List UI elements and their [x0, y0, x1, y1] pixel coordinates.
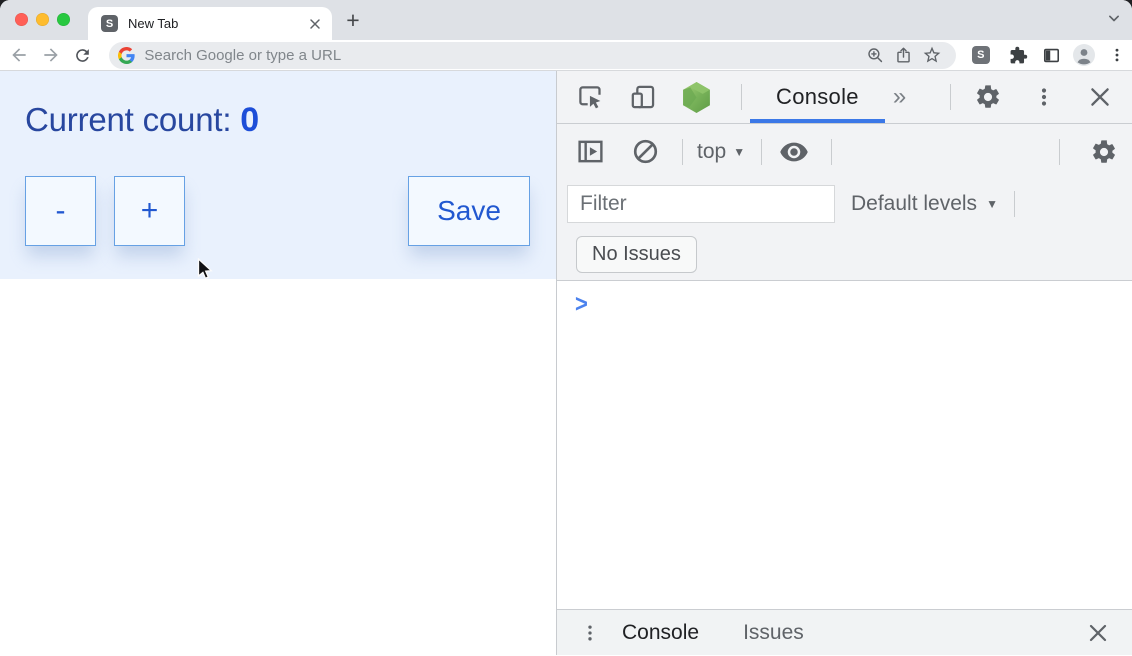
browser-menu-icon[interactable] — [1102, 42, 1132, 68]
share-icon[interactable] — [890, 43, 918, 67]
console-toolbar: top ▼ — [557, 124, 1132, 179]
new-tab-button[interactable]: + — [340, 7, 366, 33]
count-label: Current count: — [25, 101, 231, 138]
more-tabs-icon[interactable]: » — [893, 83, 906, 111]
chevron-down-icon: ▼ — [986, 197, 998, 211]
bookmark-star-icon[interactable] — [918, 43, 946, 67]
divider — [741, 84, 742, 110]
address-bar[interactable] — [109, 42, 956, 69]
console-filter-row: Default levels ▼ — [557, 179, 1132, 229]
page-content: Current count: 0 - + Save — [0, 71, 556, 655]
back-icon[interactable] — [4, 42, 34, 68]
tab-close-icon[interactable] — [308, 17, 322, 31]
divider — [831, 139, 832, 165]
console-prompt-icon: > — [575, 291, 588, 316]
no-issues-button[interactable]: No Issues — [576, 236, 697, 273]
extensions-puzzle-icon[interactable] — [1004, 42, 1034, 68]
clear-console-icon[interactable] — [627, 134, 663, 170]
devtools-drawer: Console Issues — [557, 609, 1132, 655]
console-sidebar-icon[interactable] — [572, 134, 608, 170]
increment-button[interactable]: + — [114, 176, 185, 246]
google-logo-icon — [118, 47, 135, 64]
url-input[interactable] — [144, 47, 862, 64]
device-toolbar-icon[interactable] — [625, 79, 661, 115]
page-title: Current count: 0 — [25, 101, 530, 140]
browser-window: S New Tab + — [0, 0, 1132, 656]
close-window-icon[interactable] — [15, 13, 28, 26]
minimize-window-icon[interactable] — [36, 13, 49, 26]
zoom-icon[interactable] — [862, 43, 890, 67]
divider — [1014, 191, 1015, 217]
traffic-lights — [15, 13, 70, 26]
context-selector[interactable]: top — [697, 140, 726, 164]
issues-row: No Issues — [557, 229, 1132, 281]
drawer-tab-issues[interactable]: Issues — [743, 621, 804, 645]
console-settings-gear-icon[interactable] — [1086, 134, 1122, 170]
save-button[interactable]: Save — [408, 176, 530, 246]
live-expression-eye-icon[interactable] — [776, 134, 812, 170]
divider — [1059, 139, 1060, 165]
chevron-down-icon: ▼ — [733, 145, 745, 159]
devtools-close-icon[interactable] — [1082, 79, 1118, 115]
extension-s-icon[interactable]: S — [972, 46, 990, 64]
console-filter-input[interactable] — [567, 185, 835, 223]
console-messages[interactable]: > — [557, 281, 1132, 609]
divider — [761, 139, 762, 165]
settings-gear-icon[interactable] — [970, 79, 1006, 115]
nodejs-icon[interactable] — [678, 79, 714, 115]
devtools-tabbar: Console » — [557, 71, 1132, 124]
tab-console[interactable]: Console — [750, 71, 885, 123]
browser-tab[interactable]: S New Tab — [88, 7, 332, 40]
title-bar: S New Tab + — [0, 0, 1132, 40]
counter-panel: Current count: 0 - + Save — [0, 71, 556, 279]
chevron-down-icon[interactable] — [1104, 8, 1124, 28]
forward-icon[interactable] — [36, 42, 66, 68]
drawer-menu-icon[interactable] — [578, 615, 602, 651]
devtools-panel: Console » — [556, 71, 1132, 655]
tab-title: New Tab — [128, 16, 308, 31]
tab-favicon: S — [101, 15, 118, 32]
devtools-menu-icon[interactable] — [1026, 79, 1062, 115]
browser-toolbar: S — [0, 40, 1132, 71]
log-levels-selector[interactable]: Default levels — [851, 192, 977, 216]
divider — [682, 139, 683, 165]
mouse-cursor — [197, 258, 214, 287]
side-panel-icon[interactable] — [1037, 42, 1067, 68]
drawer-close-icon[interactable] — [1080, 615, 1116, 651]
count-value: 0 — [240, 101, 259, 139]
inspect-element-icon[interactable] — [572, 79, 608, 115]
profile-avatar[interactable] — [1069, 42, 1099, 68]
decrement-button[interactable]: - — [25, 176, 96, 246]
maximize-window-icon[interactable] — [57, 13, 70, 26]
divider — [950, 84, 951, 110]
drawer-tab-console[interactable]: Console — [622, 621, 699, 645]
reload-icon[interactable] — [68, 42, 98, 68]
